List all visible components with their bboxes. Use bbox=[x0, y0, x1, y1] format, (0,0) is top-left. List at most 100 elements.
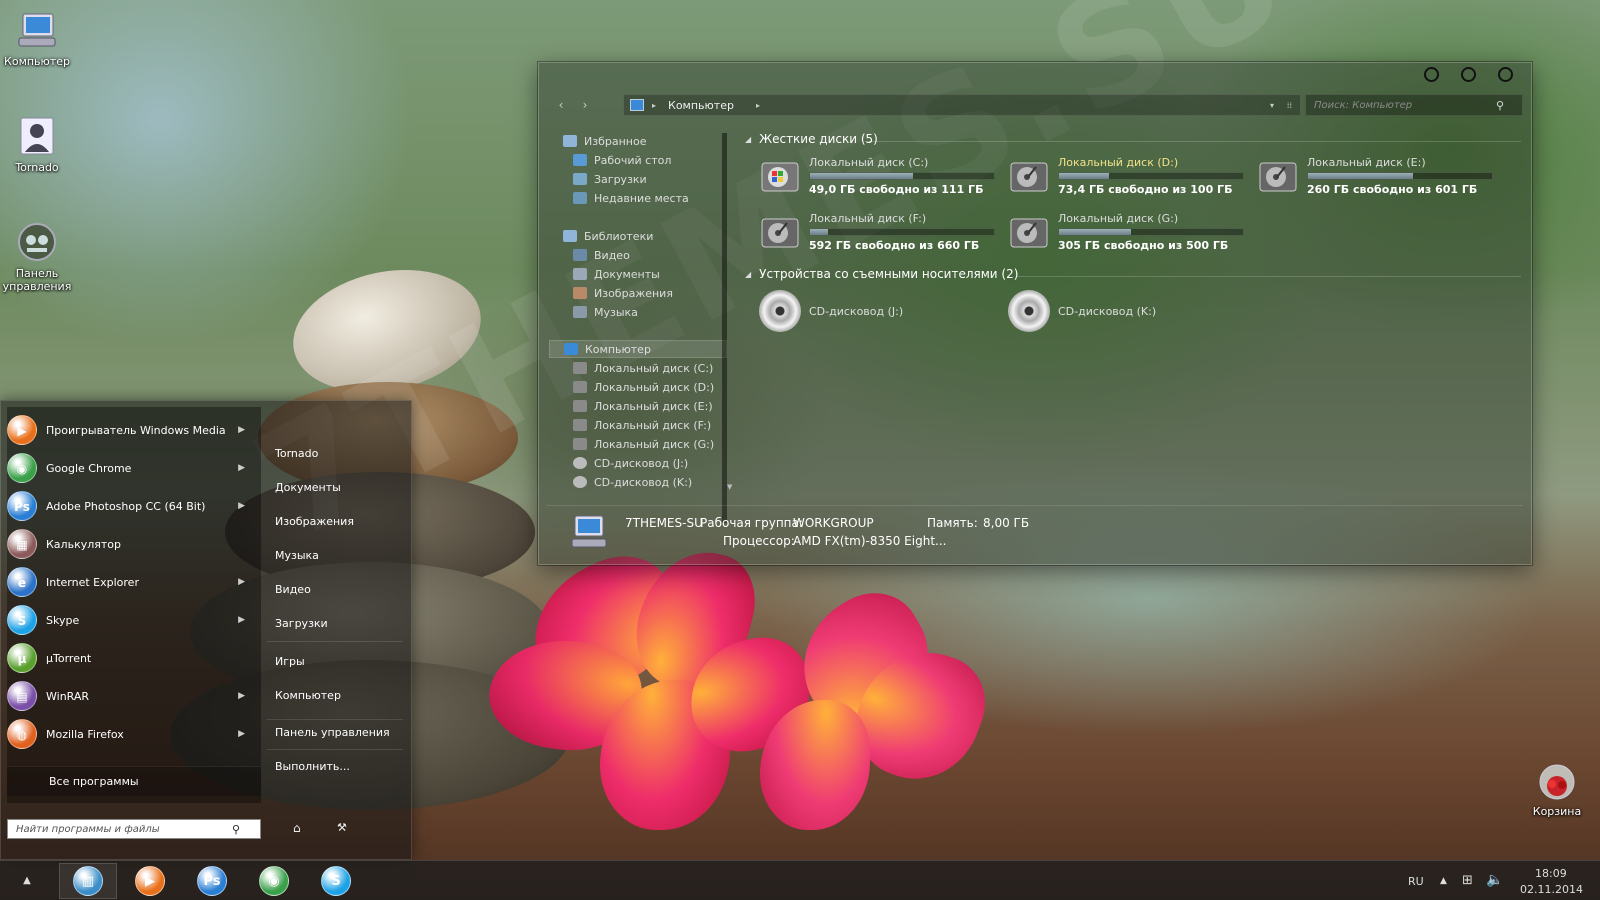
desktop-icon-tornado[interactable]: Tornado bbox=[0, 114, 74, 174]
taskbar-app-button[interactable]: ▶ bbox=[121, 863, 179, 899]
breadcrumb-separator-icon[interactable]: ▸ bbox=[652, 101, 656, 110]
start-right-item[interactable]: Компьютер bbox=[275, 689, 341, 702]
nav-cd-k[interactable]: CD-дисковод (K:) bbox=[573, 473, 692, 491]
group-hard-disks[interactable]: ◢ Жесткие диски (5) bbox=[745, 132, 878, 146]
start-program-item[interactable]: ▦ Калькулятор bbox=[7, 527, 253, 561]
search-icon[interactable]: ⚲ bbox=[1496, 99, 1504, 112]
address-dropdown-icon[interactable]: ▾ bbox=[1270, 101, 1274, 110]
start-program-item[interactable]: e Internet Explorer ▶ bbox=[7, 565, 253, 599]
group-removable[interactable]: ◢ Устройства со съемными носителями (2) bbox=[745, 267, 1018, 281]
clock-time[interactable]: 18:09 bbox=[1535, 867, 1567, 880]
start-right-item[interactable]: Видео bbox=[275, 583, 311, 596]
nav-desktop[interactable]: Рабочий стол bbox=[573, 151, 671, 169]
breadcrumb[interactable]: Компьютер bbox=[668, 99, 734, 112]
start-right-item[interactable]: Изображения bbox=[275, 515, 354, 528]
drive-d[interactable]: Локальный диск (D:) 73,4 ГБ свободно из … bbox=[1008, 155, 1248, 199]
scroll-down-icon[interactable]: ▼ bbox=[727, 483, 732, 491]
submenu-arrow-icon[interactable]: ▶ bbox=[238, 691, 245, 701]
start-program-item[interactable]: S Skype ▶ bbox=[7, 603, 253, 637]
search-icon[interactable]: ⚲ bbox=[232, 823, 240, 836]
desktop-icon-label: Корзина bbox=[1532, 805, 1582, 818]
breadcrumb-chevron-icon[interactable]: ▸ bbox=[756, 101, 760, 110]
nav-favorites[interactable]: Избранное bbox=[563, 132, 646, 150]
music-icon bbox=[573, 306, 587, 318]
taskbar-app-button[interactable]: ▥ bbox=[59, 863, 117, 899]
forward-button[interactable]: › bbox=[575, 95, 595, 115]
start-right-item[interactable]: Tornado bbox=[275, 447, 318, 460]
drive-e[interactable]: Локальный диск (E:) 260 ГБ свободно из 6… bbox=[1257, 155, 1497, 199]
drive-g[interactable]: Локальный диск (G:) 305 ГБ свободно из 5… bbox=[1008, 211, 1248, 255]
close-button[interactable] bbox=[1498, 67, 1513, 82]
address-bar[interactable]: ▸ Компьютер ▸ ▾ ⁞⁞ bbox=[623, 94, 1301, 116]
nav-drive-f[interactable]: Локальный диск (F:) bbox=[573, 416, 711, 434]
nav-pictures[interactable]: Изображения bbox=[573, 284, 673, 302]
back-button[interactable]: ‹ bbox=[551, 95, 571, 115]
nav-drive-c[interactable]: Локальный диск (C:) bbox=[573, 359, 713, 377]
submenu-arrow-icon[interactable]: ▶ bbox=[238, 463, 245, 473]
desktop-icon-recycle-bin[interactable]: Корзина bbox=[1520, 758, 1594, 818]
submenu-arrow-icon[interactable]: ▶ bbox=[238, 577, 245, 587]
nav-libraries[interactable]: Библиотеки bbox=[563, 227, 653, 245]
maximize-button[interactable] bbox=[1461, 67, 1476, 82]
nav-documents[interactable]: Документы bbox=[573, 265, 660, 283]
start-program-item[interactable]: ◍ Mozilla Firefox ▶ bbox=[7, 717, 253, 751]
nav-drive-d[interactable]: Локальный диск (D:) bbox=[573, 378, 714, 396]
submenu-arrow-icon[interactable]: ▶ bbox=[238, 729, 245, 739]
taskbar-app-button[interactable]: ◉ bbox=[245, 863, 303, 899]
desktop-icon-computer[interactable]: Компьютер bbox=[0, 8, 74, 68]
start-right-item[interactable]: Музыка bbox=[275, 549, 319, 562]
refresh-icon[interactable]: ⁞⁞ bbox=[1287, 101, 1292, 110]
submenu-arrow-icon[interactable]: ▶ bbox=[238, 615, 245, 625]
volume-icon[interactable]: 🔈 bbox=[1486, 872, 1503, 888]
nav-scrollbar[interactable] bbox=[722, 133, 727, 523]
home-icon[interactable]: ⌂ bbox=[293, 821, 301, 835]
drive-usage-bar bbox=[1307, 172, 1493, 180]
start-program-item[interactable]: µ µTorrent bbox=[7, 641, 253, 675]
clock-date[interactable]: 02.11.2014 bbox=[1520, 883, 1583, 896]
show-hidden-icons-icon[interactable]: ▲ bbox=[1440, 876, 1447, 886]
start-program-item[interactable]: Ps Adobe Photoshop CC (64 Bit) ▶ bbox=[7, 489, 253, 523]
desktop-icon-control-panel[interactable]: Панель управления bbox=[0, 220, 74, 293]
start-program-item[interactable]: ◉ Google Chrome ▶ bbox=[7, 451, 253, 485]
nav-music[interactable]: Музыка bbox=[573, 303, 638, 321]
start-right-item[interactable]: Загрузки bbox=[275, 617, 328, 630]
all-programs-button[interactable]: Все программы bbox=[7, 766, 261, 796]
drive-name: Локальный диск (D:) bbox=[1058, 156, 1179, 169]
submenu-arrow-icon[interactable]: ▶ bbox=[238, 425, 245, 435]
start-button[interactable]: ▲ bbox=[14, 871, 40, 891]
nav-downloads[interactable]: Загрузки bbox=[573, 170, 647, 188]
collapse-icon[interactable]: ◢ bbox=[745, 270, 751, 279]
start-right-item[interactable]: Игры bbox=[275, 655, 305, 668]
start-right-item[interactable]: Документы bbox=[275, 481, 341, 494]
network-icon[interactable]: ⊞ bbox=[1462, 873, 1473, 888]
collapse-icon[interactable]: ◢ bbox=[745, 135, 751, 144]
drive-f[interactable]: Локальный диск (F:) 592 ГБ свободно из 6… bbox=[759, 211, 999, 255]
nav-computer[interactable]: Компьютер bbox=[549, 340, 727, 358]
submenu-arrow-icon[interactable]: ▶ bbox=[238, 501, 245, 511]
nav-recent[interactable]: Недавние места bbox=[573, 189, 689, 207]
tools-icon[interactable]: ⚒ bbox=[337, 821, 347, 834]
content-pane: ◢ Жесткие диски (5) Локальный диск (C:) … bbox=[745, 127, 1521, 502]
start-program-label: WinRAR bbox=[46, 689, 90, 703]
media-player-icon: ▶ bbox=[135, 866, 165, 896]
computer-icon bbox=[630, 99, 644, 111]
minimize-button[interactable] bbox=[1424, 67, 1439, 82]
language-indicator[interactable]: RU bbox=[1408, 875, 1424, 888]
nav-cd-j[interactable]: CD-дисковод (J:) bbox=[573, 454, 688, 472]
taskbar-app-button[interactable]: Ps bbox=[183, 863, 241, 899]
explorer-icon: ▥ bbox=[73, 866, 103, 896]
start-right-item[interactable]: Панель управления bbox=[275, 726, 390, 739]
start-search-input[interactable] bbox=[8, 823, 232, 835]
search-input[interactable] bbox=[1306, 99, 1496, 111]
nav-drive-e[interactable]: Локальный диск (E:) bbox=[573, 397, 713, 415]
taskbar-app-button[interactable]: S bbox=[307, 863, 365, 899]
start-right-item[interactable]: Выполнить... bbox=[275, 760, 350, 773]
start-program-item[interactable]: ▶ Проигрыватель Windows Media ▶ bbox=[7, 413, 253, 447]
nav-drive-g[interactable]: Локальный диск (G:) bbox=[573, 435, 714, 453]
drive-c[interactable]: Локальный диск (C:) 49,0 ГБ свободно из … bbox=[759, 155, 999, 199]
cd-drive-j[interactable]: CD-дисковод (J:) bbox=[759, 289, 999, 333]
cd-drive-k[interactable]: CD-дисковод (K:) bbox=[1008, 289, 1248, 333]
nav-video[interactable]: Видео bbox=[573, 246, 630, 264]
start-program-item[interactable]: ▤ WinRAR ▶ bbox=[7, 679, 253, 713]
cd-drive-label: CD-дисковод (K:) bbox=[1058, 304, 1157, 318]
